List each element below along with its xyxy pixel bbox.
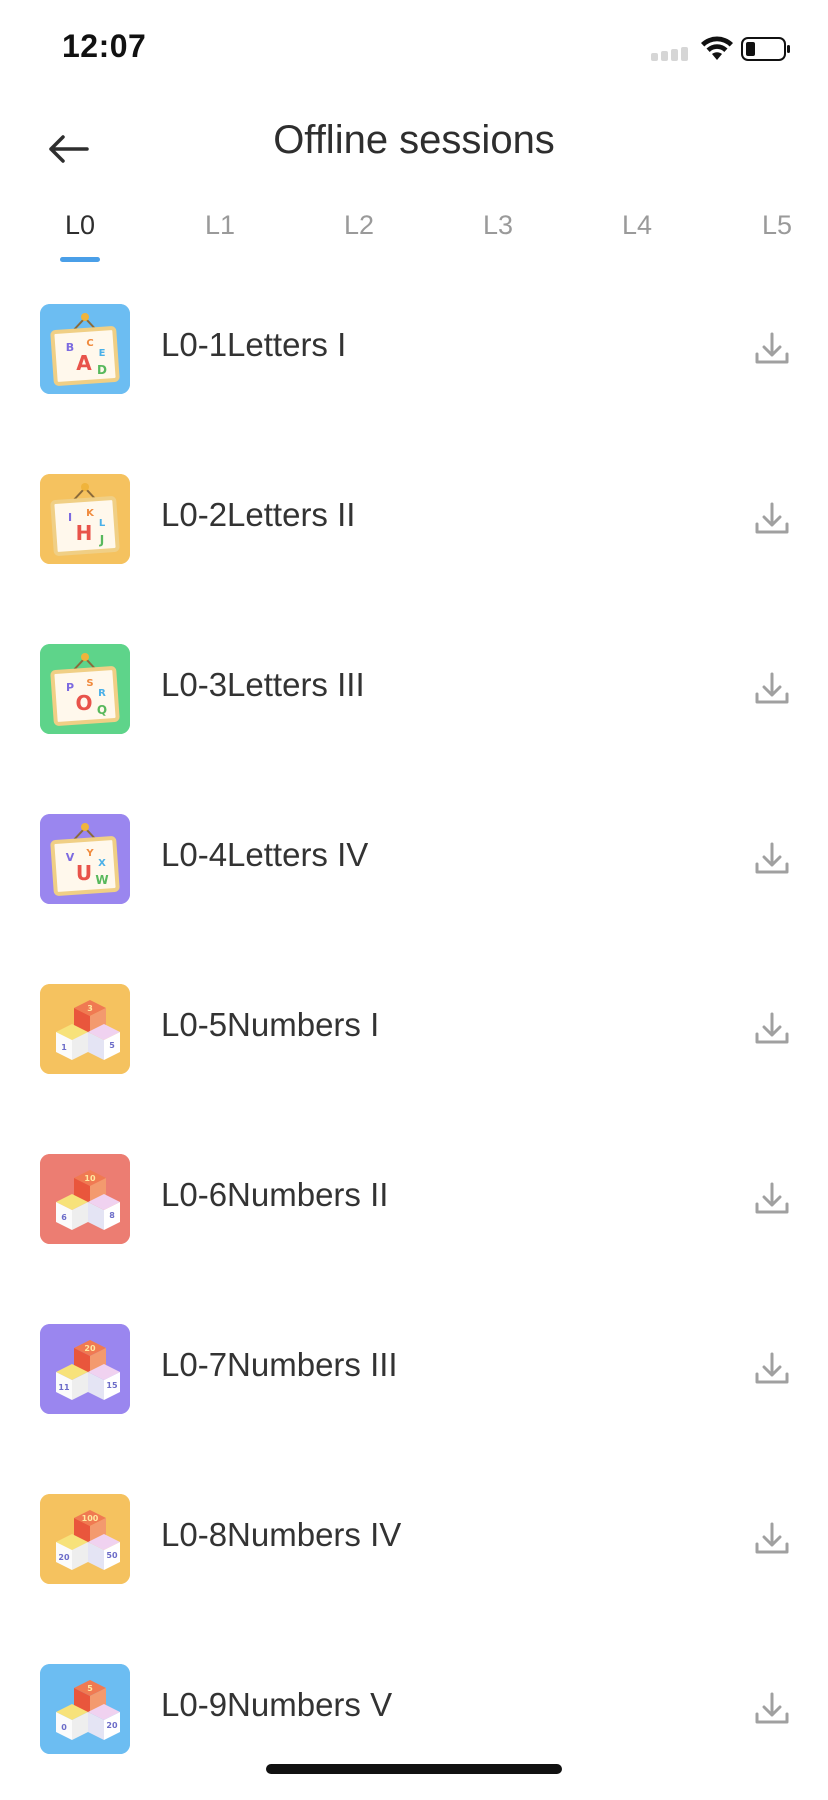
svg-text:20: 20 [58, 1553, 70, 1562]
svg-text:15: 15 [106, 1381, 118, 1390]
download-button[interactable] [752, 499, 792, 539]
svg-text:S: S [86, 678, 93, 689]
svg-text:I: I [68, 511, 72, 524]
download-icon [755, 1012, 789, 1044]
session-item[interactable]: P S O R Q L0-3Letters III [0, 610, 828, 780]
alphabet-board-icon: P SORQ [40, 644, 130, 734]
download-icon [755, 1352, 789, 1384]
download-button[interactable] [752, 1009, 792, 1049]
number-blocks-icon: 10 6 8 [40, 1154, 130, 1244]
svg-text:J: J [99, 533, 104, 547]
tab-l2[interactable]: L2 [314, 210, 404, 241]
svg-text:B: B [66, 341, 74, 354]
session-title: L0-2Letters II [161, 496, 356, 533]
session-item[interactable]: 20 11 15 L0-7Numbers III [0, 1290, 828, 1460]
session-title: L0-5Numbers I [161, 1006, 380, 1043]
session-title: L0-6Numbers II [161, 1176, 389, 1213]
download-button[interactable] [752, 329, 792, 369]
svg-text:L: L [99, 518, 106, 529]
session-item[interactable]: I K H L J L0-2Letters II [0, 440, 828, 610]
svg-text:3: 3 [87, 1004, 93, 1013]
tab-l3[interactable]: L3 [453, 210, 543, 241]
tab-l0[interactable]: L0 [35, 210, 125, 241]
download-icon [755, 332, 789, 364]
session-item[interactable]: B C A E D L0-1Letters I [0, 270, 828, 440]
tab-l5[interactable]: L5 [732, 210, 822, 241]
svg-text:X: X [98, 858, 106, 869]
battery-icon [741, 36, 791, 62]
number-blocks-icon: 3 1 5 [40, 984, 130, 1074]
download-button[interactable] [752, 839, 792, 879]
status-time: 12:07 [62, 28, 147, 64]
svg-text:O: O [75, 691, 92, 715]
number-blocks-icon: 5 0 20 [40, 1664, 130, 1754]
svg-text:R: R [98, 688, 106, 699]
download-icon [755, 502, 789, 534]
download-icon [755, 1692, 789, 1724]
svg-text:5: 5 [109, 1041, 115, 1050]
session-title: L0-8Numbers IV [161, 1516, 402, 1553]
page-title: Offline sessions [273, 118, 555, 162]
session-title: L0-3Letters III [161, 666, 365, 703]
download-icon [755, 1522, 789, 1554]
cellular-signal-icon [651, 47, 689, 61]
download-button[interactable] [752, 669, 792, 709]
svg-text:0: 0 [61, 1723, 67, 1732]
svg-text:11: 11 [58, 1383, 70, 1392]
svg-text:U: U [76, 861, 92, 885]
svg-text:W: W [95, 873, 108, 887]
download-button[interactable] [752, 1349, 792, 1389]
svg-text:Y: Y [85, 848, 94, 859]
session-item[interactable]: 100 20 50 L0-8Numbers IV [0, 1460, 828, 1630]
svg-text:20: 20 [106, 1721, 118, 1730]
svg-text:6: 6 [61, 1213, 67, 1222]
download-icon [755, 672, 789, 704]
number-blocks-icon: 100 20 50 [40, 1494, 130, 1584]
alphabet-board-icon: VYUXW [40, 814, 130, 904]
download-icon [755, 842, 789, 874]
svg-text:100: 100 [82, 1514, 99, 1523]
svg-text:E: E [99, 348, 106, 359]
session-item[interactable]: V Y U X W L0-4Letters IV [0, 780, 828, 950]
svg-text:C: C [86, 338, 93, 349]
session-item[interactable]: 5 0 20 L0-9Numbers V [0, 1630, 828, 1800]
session-title: L0-4Letters IV [161, 836, 369, 873]
svg-text:50: 50 [106, 1551, 118, 1560]
svg-text:Q: Q [97, 703, 107, 717]
number-blocks-icon: 20 11 15 [40, 1324, 130, 1414]
svg-text:10: 10 [84, 1174, 96, 1183]
svg-text:H: H [76, 521, 93, 545]
svg-text:5: 5 [87, 1684, 93, 1693]
download-icon [755, 1182, 789, 1214]
session-title: L0-1Letters I [161, 326, 347, 363]
active-tab-indicator [60, 257, 100, 262]
session-item[interactable]: 3 1 5 L0-5Numbers I [0, 950, 828, 1120]
download-button[interactable] [752, 1179, 792, 1219]
alphabet-board-icon: B CAED [40, 304, 130, 394]
download-button[interactable] [752, 1689, 792, 1729]
svg-text:K: K [86, 508, 95, 519]
home-indicator [266, 1764, 562, 1774]
download-button[interactable] [752, 1519, 792, 1559]
session-title: L0-7Numbers III [161, 1346, 398, 1383]
svg-text:V: V [66, 851, 75, 864]
session-title: L0-9Numbers V [161, 1686, 393, 1723]
status-bar: 12:07 [0, 0, 828, 100]
tab-l1[interactable]: L1 [175, 210, 265, 241]
level-tabs: L0 L1 L2 L3 L4 L5 [0, 200, 828, 270]
svg-text:A: A [76, 351, 92, 375]
alphabet-board-icon: I KHLJ [40, 474, 130, 564]
svg-text:20: 20 [84, 1344, 96, 1353]
session-item[interactable]: 10 6 8 L0-6Numbers II [0, 1120, 828, 1290]
svg-text:P: P [66, 681, 74, 694]
svg-text:1: 1 [61, 1043, 67, 1052]
header: Offline sessions [0, 100, 828, 200]
wifi-icon [700, 36, 734, 62]
svg-text:8: 8 [109, 1211, 115, 1220]
tab-l4[interactable]: L4 [592, 210, 682, 241]
svg-text:D: D [97, 363, 107, 377]
